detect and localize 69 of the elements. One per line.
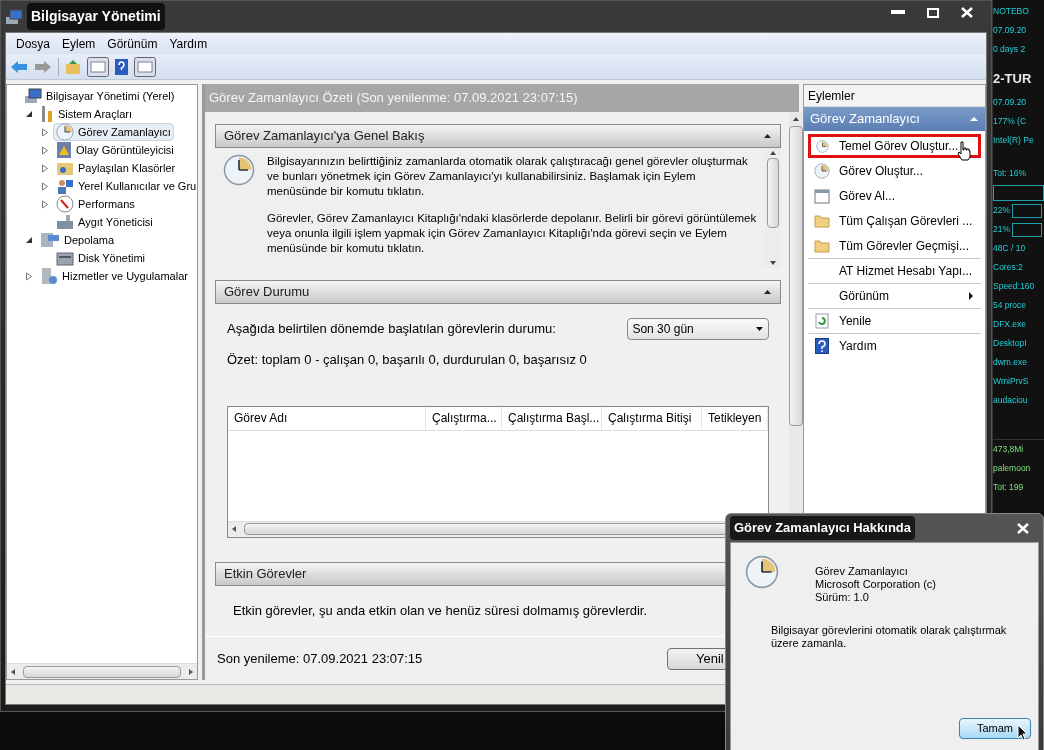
summary-text: Özet: toplam 0 - çalışan 0, başarılı 0, durdurulan 0, başarısız 0 <box>227 351 588 369</box>
section-header[interactable]: Görev Zamanlayıcı'ya Genel Bakış <box>215 124 782 148</box>
gadget-text: 0 days 2 <box>993 43 1026 56</box>
product-info: Görev Zamanlayıcı <box>815 565 909 578</box>
gadget-text: Speed:160 <box>993 280 1035 293</box>
gadget-text: palemoon <box>993 462 1032 475</box>
column-header[interactable]: Görev Adı <box>228 406 426 430</box>
actions-header: Eylemler <box>804 85 985 107</box>
dialog-title: Görev Zamanlayıcı Hakkında <box>730 516 916 540</box>
gadget-text: 177% (C <box>993 115 1027 128</box>
window-title: Bilgisayar Yönetimi <box>27 3 165 30</box>
section-header[interactable]: Görev Durumu <box>215 280 782 304</box>
gadget-text: NOTEBO <box>993 5 1029 18</box>
gadget-text: 07.09.20 <box>993 24 1027 37</box>
gadget-text: 22% <box>993 204 1010 217</box>
gadget-text: dwm.exe <box>993 356 1027 369</box>
gadget-text: 54 proce <box>993 299 1027 312</box>
active-tasks-text: Etkin görevler, şu anda etkin olan ve henüz süresi dolmamış görevlerdir. <box>233 602 648 621</box>
menu-item[interactable]: Yardım <box>165 34 212 53</box>
menu-item[interactable]: Görünüm <box>103 34 162 53</box>
action-item[interactable]: Yenile <box>808 309 981 333</box>
tree-item[interactable]: Hizmetler ve Uygulamalar <box>37 267 191 285</box>
tree-item[interactable]: Depolama <box>37 231 118 249</box>
action-item[interactable]: Tüm Çalışan Görevleri ... <box>808 209 981 233</box>
gadget-text: Cores:2 <box>993 261 1023 274</box>
action-item[interactable]: Tüm Görevler Geçmişi... <box>808 234 981 258</box>
product-info: Microsoft Corporation (c) <box>815 578 937 591</box>
action-item[interactable]: Görev Al... <box>808 184 981 208</box>
panel-header: Görev Zamanlayıcı Özeti (Son yenilenme: 07.09.2021 23:07:15) <box>205 84 799 112</box>
tree-item[interactable]: Paylaşılan Klasörler <box>53 159 179 177</box>
tree-item[interactable]: Aygıt Yöneticisi <box>53 213 156 231</box>
gadget-text: 48C / 10 <box>993 242 1026 255</box>
gadget-text: Intel(R) Pe <box>993 134 1034 147</box>
product-info: Sürüm: 1.0 <box>815 591 870 604</box>
gadget-text: 21% <box>993 223 1010 236</box>
tree-item[interactable]: Yerel Kullanıcılar ve Gru <box>53 177 197 195</box>
gadget-text: 473,8Mi <box>993 443 1025 456</box>
dialog-description: Bilgisayar görevlerini otomatik olarak çalıştırmak üzere zamanla. <box>771 624 1008 650</box>
column-header[interactable]: Tetikleyen <box>702 406 769 430</box>
tree-item[interactable]: Disk Yönetimi <box>53 249 149 267</box>
period-dropdown[interactable]: Son 30 gün <box>627 318 770 340</box>
gadget-text: DFX.exe <box>993 318 1027 331</box>
action-item[interactable]: Yardım <box>808 334 981 358</box>
action-item[interactable]: AT Hizmet Hesabı Yapı... <box>808 259 981 283</box>
paragraph: Görevler, Görev Zamanlayıcı Kitaplığı'ndaki klasörlerde depolanır. Belirli bir görevi görüntülemek veya onunla ilgili işlem yapmak için Görev Zamanlayıcı Kitaplığı'nda görevi seçin ve Eylem menüsünde bir komutu tıklatın. <box>267 211 758 256</box>
tree-item[interactable]: Bilgisayar Yönetimi (Yerel) <box>21 87 178 105</box>
tree-item[interactable]: Olay Görüntüleyicisi <box>53 141 177 159</box>
last-refresh-text: Son yenileme: 07.09.2021 23:07:15 <box>217 649 423 668</box>
paragraph: Bilgisayarınızın belirttiğiniz zamanlarda otomatik olarak çalıştıracağı genel görevler oluşturmak ve bunları yönetmek için Görev Zamanlayıcı'yı kullanabilirsiniz. Başlamak için Eylem menüsünde bir komutu tıklatın. <box>267 154 749 199</box>
menu-item[interactable]: Dosya <box>12 34 54 53</box>
gadget-text: Tot: 199 <box>993 481 1025 494</box>
gadget-text: WmiPrvS <box>993 375 1029 388</box>
status-label: Aşağıda belirtilen dönemde başlatılan görevlerin durumu: <box>227 320 556 339</box>
tree-item[interactable]: Görev Zamanlayıcı <box>53 123 174 141</box>
column-header[interactable]: Çalıştırma Bitişi <box>602 406 702 430</box>
action-item[interactable]: Temel Görev Oluştur... <box>808 134 981 158</box>
gadget-text: Tot: 16% <box>993 167 1028 180</box>
menu-item[interactable]: Eylem <box>58 34 100 53</box>
column-header[interactable]: Çalıştırma Başl... <box>502 406 602 430</box>
gadget-text: DesktopI <box>993 337 1027 350</box>
action-item[interactable]: Görünüm <box>808 284 981 308</box>
gadget-title: 2-TUR <box>993 70 1033 88</box>
tree-item[interactable]: Performans <box>53 195 138 213</box>
column-header[interactable]: Çalıştırma... <box>426 406 502 430</box>
tree-item[interactable]: Sistem Araçları <box>37 105 135 123</box>
action-item[interactable]: Görev Oluştur... <box>808 159 981 183</box>
gadget-text: 07.09.20 <box>993 96 1027 109</box>
ok-button[interactable]: Tamam <box>959 718 1031 739</box>
gadget-text: audaciou <box>993 394 1028 407</box>
